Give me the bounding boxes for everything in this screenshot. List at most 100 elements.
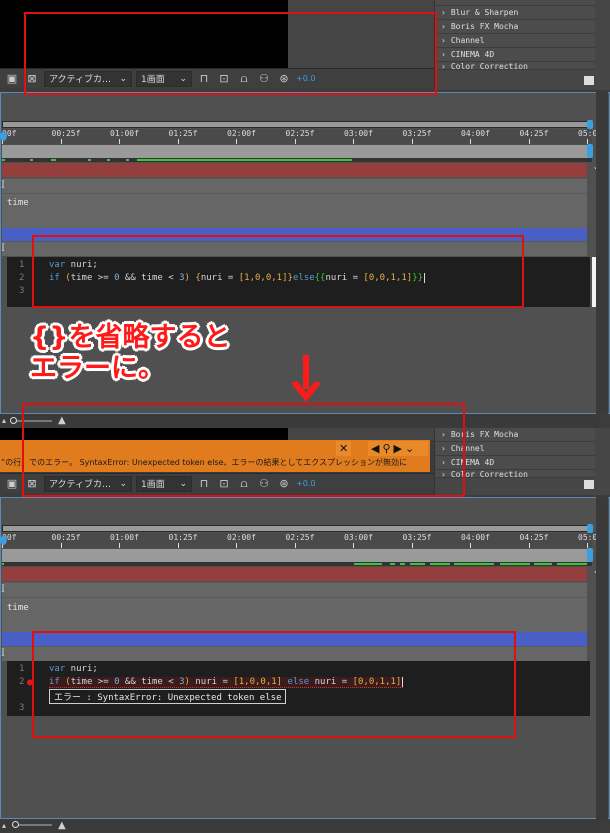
ruler-tick — [177, 139, 179, 144]
chevron-right-icon: › — [441, 36, 446, 45]
render-bar-track — [2, 562, 592, 566]
text-cursor-icon: I — [1, 243, 5, 254]
ruler-tick — [119, 543, 120, 548]
ruler-tick — [353, 543, 354, 548]
ruler-tick-label: 00:25f — [51, 533, 81, 542]
cached-frames-segment — [354, 563, 382, 565]
ruler-tick — [60, 543, 62, 548]
navigator-end-handle[interactable] — [587, 548, 593, 562]
ruler-tick — [528, 543, 530, 548]
zoom-in-icon[interactable]: ▲ — [58, 820, 66, 831]
ruler-tick — [60, 139, 62, 144]
ruler-tick-label: 02:00f — [227, 129, 256, 138]
zoom-out-icon[interactable]: ▴ — [2, 416, 6, 425]
cached-frames-segment — [30, 159, 33, 161]
cached-frames-segment — [430, 563, 450, 565]
chevron-right-icon: › — [441, 8, 446, 17]
display-icon[interactable]: ▣ — [4, 71, 20, 87]
work-area-bar[interactable] — [2, 525, 592, 532]
time-navigator[interactable] — [2, 549, 592, 562]
chevron-right-icon: › — [441, 22, 446, 31]
ruler-tick-label: 04:00f — [461, 129, 490, 138]
ruler-tick-label: 02:00f — [227, 533, 256, 542]
ruler-tick — [528, 139, 530, 144]
ruler-tick-label: 03:00f — [344, 533, 373, 542]
layer-duration-bar[interactable] — [2, 163, 587, 177]
text-cursor-icon: I — [1, 584, 5, 595]
time-navigator[interactable] — [2, 145, 592, 158]
cached-frames-segment — [137, 159, 352, 161]
annotation-arrow-icon — [289, 355, 323, 403]
ruler-tick — [236, 139, 237, 144]
effect-category[interactable]: › Channel — [435, 34, 595, 48]
timeline-vertical-scrollbar[interactable] — [596, 497, 608, 819]
text-cursor-icon: I — [1, 180, 5, 191]
playhead-icon[interactable] — [0, 132, 7, 141]
effect-category[interactable]: › Blur & Sharpen — [435, 6, 595, 20]
cached-frames-segment — [454, 563, 494, 565]
ruler-tick-label: 01:25f — [168, 533, 198, 542]
ruler-tick-label: 02:25f — [285, 129, 315, 138]
new-folder-icon[interactable] — [584, 480, 594, 489]
ruler-tick — [470, 139, 471, 144]
time-ruler[interactable]: 00f 00:25f 01:00f 01:25f 02:00f 02:25f 03:00f 0… — [0, 533, 607, 548]
cached-frames-segment — [534, 563, 552, 565]
cached-frames-segment — [2, 563, 4, 565]
cached-frames-segment — [126, 159, 129, 161]
ruler-tick-label: 03:25f — [402, 533, 432, 542]
new-folder-icon[interactable] — [584, 76, 594, 85]
work-area-end-handle[interactable] — [587, 524, 593, 533]
property-row — [2, 582, 587, 597]
ruler-tick — [294, 139, 296, 144]
timeline-zoom-bar: ▴ ▲ — [0, 819, 600, 831]
property-label-time: time — [7, 603, 29, 613]
chevron-right-icon: › — [441, 62, 446, 70]
highlight-box-code-error — [32, 631, 516, 738]
ruler-tick — [411, 139, 413, 144]
cached-frames-segment — [107, 159, 110, 161]
ruler-tick-label: 04:00f — [461, 533, 490, 542]
zoom-out-icon[interactable]: ▴ — [2, 821, 6, 830]
timeline-vertical-scrollbar[interactable] — [596, 92, 608, 414]
cached-frames-segment — [2, 159, 5, 161]
effects-presets-panel: › Blur & Sharpen › Boris FX Mocha › Channel… — [434, 0, 610, 90]
highlight-box-toolbar-bottom — [22, 403, 465, 497]
work-area-end-handle[interactable] — [587, 120, 593, 129]
cached-frames-segment — [500, 563, 530, 565]
ruler-tick — [294, 543, 296, 548]
render-bar-track — [2, 158, 592, 162]
ruler-tick — [119, 139, 120, 144]
playhead-icon[interactable] — [0, 536, 7, 545]
highlight-box-code-correct — [32, 235, 524, 308]
cached-frames-segment — [557, 563, 587, 565]
property-row — [2, 178, 587, 193]
work-area-bar[interactable] — [2, 121, 592, 128]
highlight-box-toolbar-top — [24, 12, 437, 95]
ruler-tick — [411, 543, 413, 548]
ruler-tick-label: 04:25f — [519, 129, 549, 138]
cached-frames-segment — [88, 159, 91, 161]
ruler-tick-label: 00:25f — [51, 129, 81, 138]
ruler-tick — [177, 543, 179, 548]
effect-category[interactable]: › CINEMA 4D — [435, 48, 595, 62]
ruler-tick-label: 03:00f — [344, 129, 373, 138]
cached-frames-segment — [51, 159, 56, 161]
zoom-slider[interactable] — [12, 821, 53, 828]
effect-category[interactable]: › Boris FX Mocha — [435, 20, 595, 34]
display-icon[interactable]: ▣ — [4, 476, 20, 492]
time-ruler[interactable]: 00f 00:25f 01:00f 01:25f 02:00f 02:25f 03:00f 0… — [0, 129, 607, 144]
text-cursor-icon: I — [1, 648, 5, 659]
cached-frames-segment — [390, 563, 395, 565]
navigator-end-handle[interactable] — [587, 144, 593, 158]
zoom-slider-handle[interactable] — [12, 821, 20, 828]
chevron-right-icon: › — [441, 50, 446, 59]
effect-category[interactable]: › Color Correction — [435, 62, 595, 70]
layer-duration-bar[interactable] — [2, 567, 587, 581]
ruler-tick-label: 04:25f — [519, 533, 549, 542]
zoom-slider-handle[interactable] — [10, 416, 18, 424]
property-label-time: time — [7, 198, 29, 208]
ruler-tick-label: 02:25f — [285, 533, 315, 542]
ruler-tick — [236, 543, 237, 548]
ruler-tick-label: 01:00f — [110, 129, 139, 138]
ruler-tick-label: 01:00f — [110, 533, 139, 542]
